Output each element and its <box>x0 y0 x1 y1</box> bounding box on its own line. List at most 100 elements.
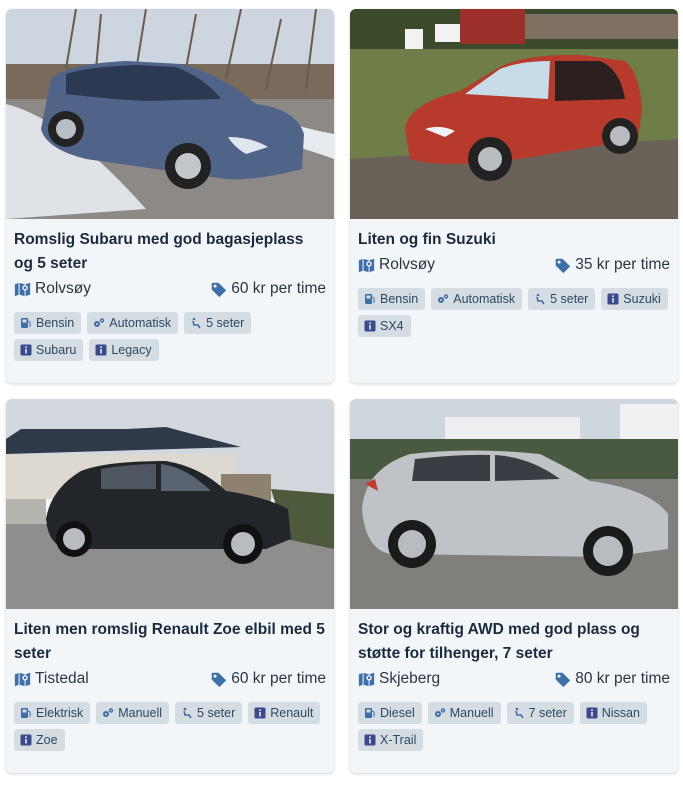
info-icon <box>20 734 32 746</box>
car-photo[interactable] <box>6 399 334 609</box>
tag-label: Nissan <box>601 706 640 720</box>
tag-seats: 5 seter <box>528 288 596 310</box>
price: 60 kr per time <box>210 670 326 688</box>
tag-label: 7 seter <box>528 706 567 720</box>
seat-icon <box>190 317 202 329</box>
info-icon <box>364 734 376 746</box>
map-icon <box>358 671 375 688</box>
tag-label: Automatisk <box>109 316 172 330</box>
price-label: 60 kr per time <box>231 280 326 297</box>
tag-model: X-Trail <box>358 729 424 751</box>
car-photo[interactable] <box>6 9 334 219</box>
tag-list: Bensin Automatisk 5 seter Subaru Legacy <box>14 312 326 361</box>
tag-seats: 5 seter <box>184 312 252 334</box>
tag-label: Automatisk <box>453 292 516 306</box>
listing-title[interactable]: Stor og kraftig AWD med god plass og stø… <box>358 618 670 666</box>
price-label: 35 kr per time <box>575 256 670 273</box>
tag-label: X-Trail <box>380 733 417 747</box>
info-icon <box>607 293 619 305</box>
tag-label: Renault <box>270 706 314 720</box>
tag-label: Diesel <box>380 706 415 720</box>
location-label: Skjeberg <box>379 670 441 687</box>
listing-card[interactable]: Romslig Subaru med god bagasjeplass og 5… <box>6 9 334 383</box>
tag-make: Renault <box>248 702 321 724</box>
tag-label: 5 seter <box>206 316 245 330</box>
tag-label: Suzuki <box>623 292 661 306</box>
tag-make: Nissan <box>579 702 647 724</box>
gears-icon <box>93 317 105 329</box>
gears-icon <box>102 707 114 719</box>
listing-card[interactable]: Liten men romslig Renault Zoe elbil med … <box>6 399 334 773</box>
price-tag-icon <box>554 671 571 688</box>
tag-model: Legacy <box>89 339 159 361</box>
tag-transmission: Automatisk <box>87 312 179 334</box>
tag-list: Elektrisk Manuell 5 seter Renault Zoe <box>14 702 326 751</box>
listing-card[interactable]: Liten og fin Suzuki Rolvsøy 35 kr per ti… <box>350 9 678 383</box>
info-icon <box>586 707 598 719</box>
fuel-icon <box>20 707 32 719</box>
location: Rolvsøy <box>14 280 91 298</box>
tag-seats: 7 seter <box>506 702 574 724</box>
tag-list: Bensin Automatisk 5 seter Suzuki SX4 <box>358 288 670 337</box>
listing-title[interactable]: Liten men romslig Renault Zoe elbil med … <box>14 618 326 666</box>
gears-icon <box>434 707 446 719</box>
tag-seats: 5 seter <box>175 702 243 724</box>
tag-label: SX4 <box>380 319 404 333</box>
car-photo[interactable] <box>350 9 678 219</box>
tag-fuel: Diesel <box>358 702 422 724</box>
listing-title[interactable]: Romslig Subaru med god bagasjeplass og 5… <box>14 228 326 276</box>
seat-icon <box>513 707 525 719</box>
tag-transmission: Manuell <box>427 702 501 724</box>
listing-title[interactable]: Liten og fin Suzuki <box>358 228 670 252</box>
location: Tistedal <box>14 670 89 688</box>
price: 80 kr per time <box>554 670 670 688</box>
tag-make: Suzuki <box>601 288 668 310</box>
price-tag-icon <box>210 281 227 298</box>
info-icon <box>364 320 376 332</box>
listing-card[interactable]: Stor og kraftig AWD med god plass og stø… <box>350 399 678 773</box>
price: 35 kr per time <box>554 256 670 274</box>
tag-label: 5 seter <box>550 292 589 306</box>
tag-fuel: Elektrisk <box>14 702 91 724</box>
map-icon <box>358 257 375 274</box>
tag-label: Zoe <box>36 733 58 747</box>
listing-grid: Romslig Subaru med god bagasjeplass og 5… <box>0 0 683 785</box>
tag-transmission: Automatisk <box>431 288 523 310</box>
car-photo[interactable] <box>350 399 678 609</box>
tag-label: Bensin <box>380 292 419 306</box>
tag-model: SX4 <box>358 315 411 337</box>
tag-label: Subaru <box>36 343 77 357</box>
fuel-icon <box>20 317 32 329</box>
fuel-icon <box>364 293 376 305</box>
tag-label: 5 seter <box>197 706 236 720</box>
location: Skjeberg <box>358 670 440 688</box>
fuel-icon <box>364 707 376 719</box>
gears-icon <box>437 293 449 305</box>
price-label: 60 kr per time <box>231 670 326 687</box>
map-icon <box>14 281 31 298</box>
tag-label: Legacy <box>111 343 152 357</box>
tag-list: Diesel Manuell 7 seter Nissan X-Trail <box>358 702 670 751</box>
price: 60 kr per time <box>210 280 326 298</box>
tag-label: Manuell <box>449 706 494 720</box>
tag-label: Elektrisk <box>36 706 84 720</box>
tag-label: Manuell <box>118 706 163 720</box>
price-label: 80 kr per time <box>575 670 670 687</box>
seat-icon <box>534 293 546 305</box>
price-tag-icon <box>210 671 227 688</box>
info-icon <box>95 344 107 356</box>
info-icon <box>20 344 32 356</box>
map-icon <box>14 671 31 688</box>
tag-make: Subaru <box>14 339 84 361</box>
location-label: Tistedal <box>35 670 89 687</box>
location-label: Rolvsøy <box>379 256 435 273</box>
tag-fuel: Bensin <box>14 312 82 334</box>
tag-model: Zoe <box>14 729 65 751</box>
location-label: Rolvsøy <box>35 280 91 297</box>
location: Rolvsøy <box>358 256 435 274</box>
info-icon <box>254 707 266 719</box>
seat-icon <box>181 707 193 719</box>
tag-label: Bensin <box>36 316 75 330</box>
tag-transmission: Manuell <box>96 702 170 724</box>
price-tag-icon <box>554 257 571 274</box>
